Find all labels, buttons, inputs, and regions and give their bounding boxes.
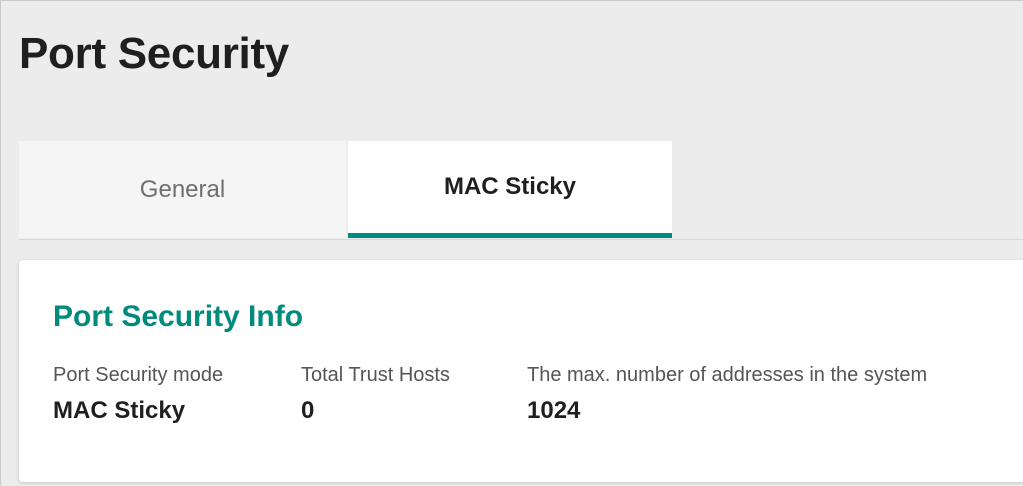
info-port-security-mode: Port Security mode MAC Sticky [53,364,223,425]
info-label: Total Trust Hosts [301,364,450,386]
page-frame: Port Security General MAC Sticky Port Se… [0,0,1023,486]
info-label: The max. number of addresses in the syst… [527,364,928,386]
tab-general[interactable]: General [19,141,346,238]
info-value: MAC Sticky [53,397,186,424]
tab-mac-sticky[interactable]: MAC Sticky [348,141,672,238]
info-label: Port Security mode [53,364,224,386]
card-title: Port Security Info [53,300,304,333]
info-total-trust-hosts: Total Trust Hosts 0 [301,364,450,425]
port-security-info-card: Port Security Info Port Security mode MA… [19,260,1023,482]
page-title: Port Security [19,29,289,78]
info-value: 1024 [527,397,581,424]
info-value: 0 [301,397,315,424]
tab-bar: General MAC Sticky [19,141,1023,240]
info-max-addresses: The max. number of addresses in the syst… [527,364,927,425]
